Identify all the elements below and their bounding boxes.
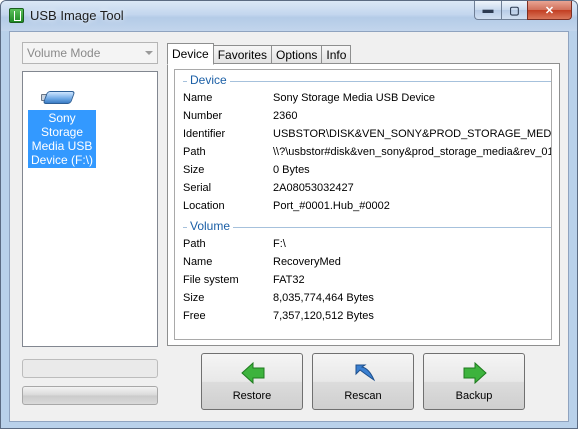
property-name: Size — [183, 164, 205, 176]
app-icon — [9, 8, 24, 23]
maximize-button[interactable]: ▢ — [501, 1, 527, 20]
title-bar[interactable]: USB Image Tool ▬ ▢ ✕ — [1, 1, 577, 31]
client-area: Volume Mode Sony Storage Media USB Devic… — [9, 31, 569, 422]
restore-button[interactable]: Restore — [201, 353, 303, 410]
property-row[interactable]: Path F:\ — [175, 236, 551, 254]
status-bar — [22, 386, 158, 405]
property-row[interactable]: Size 8,035,774,464 Bytes — [175, 290, 551, 308]
property-row[interactable]: Free 7,357,120,512 Bytes — [175, 308, 551, 326]
property-value: Sony Storage Media USB Device — [273, 92, 436, 104]
volume-group-header: Volume — [175, 219, 551, 236]
property-row[interactable]: Name RecoveryMed — [175, 254, 551, 272]
property-row[interactable]: Serial 2A08053032427 — [175, 180, 551, 198]
property-value: 8,035,774,464 Bytes — [273, 292, 374, 304]
property-row[interactable]: Name Sony Storage Media USB Device — [175, 90, 551, 108]
property-name: Size — [183, 292, 205, 304]
property-name: Location — [183, 200, 225, 212]
device-list[interactable]: Sony Storage Media USB Device (F:\) — [22, 71, 158, 347]
rescan-button[interactable]: Rescan — [312, 353, 414, 410]
property-value: RecoveryMed — [273, 256, 341, 268]
property-name: Path — [183, 146, 206, 158]
property-name: Name — [183, 92, 213, 104]
chevron-down-icon — [145, 51, 153, 55]
property-value: 0 Bytes — [273, 164, 310, 176]
rescan-label: Rescan — [344, 390, 382, 402]
backup-label: Backup — [455, 390, 493, 402]
property-value: 2360 — [273, 110, 298, 122]
rescan-arrow-icon — [355, 364, 376, 382]
tab-favorites[interactable]: Favorites — [213, 45, 273, 64]
property-name: Serial — [183, 182, 212, 194]
minimize-button[interactable]: ▬ — [474, 1, 501, 20]
caption-buttons: ▬ ▢ ✕ — [474, 1, 572, 21]
usb-drive-icon — [41, 87, 77, 107]
tab-options[interactable]: Options — [272, 45, 323, 64]
mode-dropdown[interactable]: Volume Mode — [22, 42, 158, 64]
property-name: Path — [183, 238, 206, 250]
restore-label: Restore — [232, 390, 272, 402]
tab-info[interactable]: Info — [322, 45, 352, 64]
arrow-right-icon — [463, 362, 487, 384]
property-name: Free — [183, 310, 206, 322]
property-name: Identifier — [183, 128, 226, 140]
tab-strip: Device Favorites Options Info — [167, 43, 352, 65]
property-value: USBSTOR\DISK&VEN_SONY&PROD_STORAGE_MEDIA — [273, 128, 552, 140]
property-value: Port_#0001.Hub_#0002 — [273, 200, 390, 212]
property-row[interactable]: Number 2360 — [175, 108, 551, 126]
property-row[interactable]: Size 0 Bytes — [175, 162, 551, 180]
device-group-title: Device — [187, 73, 230, 87]
property-name: Name — [183, 256, 213, 268]
property-row[interactable]: Path \\?\usbstor#disk&ven_sony&prod_stora… — [175, 144, 551, 162]
volume-group-title: Volume — [187, 219, 234, 233]
progress-bar — [22, 359, 158, 378]
tab-device[interactable]: Device — [167, 43, 214, 65]
arrow-left-icon — [241, 362, 265, 384]
property-value: 7,357,120,512 Bytes — [273, 310, 374, 322]
property-name: Number — [183, 110, 223, 122]
device-label-line: Device (F:\) — [30, 153, 93, 167]
property-row[interactable]: Location Port_#0001.Hub_#0002 — [175, 198, 551, 216]
close-button[interactable]: ✕ — [527, 1, 572, 20]
device-group-header: Device — [175, 73, 551, 90]
property-row[interactable]: Identifier USBSTOR\DISK&VEN_SONY&PROD_STO… — [175, 126, 551, 144]
property-value: F:\ — [273, 238, 286, 250]
backup-button[interactable]: Backup — [423, 353, 525, 410]
property-name: File system — [183, 274, 239, 286]
device-label-line: Media USB — [31, 139, 93, 153]
property-value: FAT32 — [273, 274, 305, 286]
property-row[interactable]: File system FAT32 — [175, 272, 551, 290]
property-list[interactable]: Device Name Sony Storage Media USB Device… — [174, 69, 552, 340]
device-tab-panel: Device Name Sony Storage Media USB Device… — [167, 63, 560, 346]
app-window: USB Image Tool ▬ ▢ ✕ Volume Mode Sony St… — [0, 0, 578, 429]
device-item[interactable]: Sony Storage Media USB Device (F:\) — [28, 87, 96, 168]
property-value: 2A08053032427 — [273, 182, 354, 194]
mode-dropdown-value: Volume Mode — [27, 46, 101, 60]
device-item-label: Sony Storage Media USB Device (F:\) — [28, 110, 96, 168]
window-title: USB Image Tool — [30, 8, 124, 23]
property-value: \\?\usbstor#disk&ven_sony&prod_storage_m… — [273, 146, 552, 158]
device-label-line: Sony Storage — [40, 111, 84, 139]
